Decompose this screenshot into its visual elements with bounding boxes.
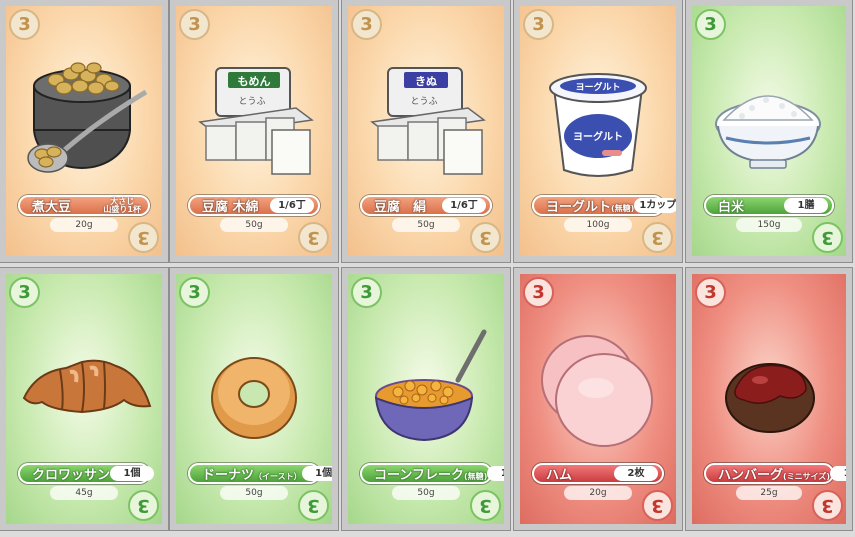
boiled-soybeans-icon xyxy=(27,62,148,173)
card-label: コーンフレーク(無糖) 1食 xyxy=(360,463,504,484)
card-name: ドーナツ xyxy=(202,468,255,483)
card-weight: 25g xyxy=(736,486,802,500)
card-name: 煮大豆 xyxy=(32,200,72,215)
card-grid: 3 煮大豆 大さじ 山盛り1杯 20g 3 3 もめん とうふ 豆腐 木綿 1/… xyxy=(0,0,855,537)
card-number: 3 xyxy=(351,277,382,308)
card-number: 3 xyxy=(695,9,726,40)
yogurt-cup-label: ヨーグルト xyxy=(573,130,623,143)
card-tofu-momen[interactable]: 3 もめん とうふ 豆腐 木綿 1/6丁 50g 3 xyxy=(169,0,339,263)
card-cornflakes[interactable]: 3 コーンフレーク(無糖) 1食 50g 3 xyxy=(341,267,511,531)
card-quantity: 1/6丁 xyxy=(442,198,486,213)
card-quantity: 1カップ xyxy=(634,198,676,213)
card-name: 白米 xyxy=(718,200,745,215)
yogurt-lid-label: ヨーグルト xyxy=(575,81,620,93)
card-weight: 50g xyxy=(220,486,288,500)
card-name-note: (ミニサイズ) xyxy=(783,472,831,481)
card-croissant[interactable]: 3 クロワッサン 1個 45g 3 xyxy=(0,267,169,531)
card-weight: 20g xyxy=(50,218,118,232)
card-number: 3 xyxy=(9,277,40,308)
card-label: 豆腐 木綿 1/6丁 xyxy=(188,195,320,216)
card-donut[interactable]: 3 ドーナツ（イースト） 1個 50g 3 xyxy=(169,267,339,531)
card-quantity: 1食 xyxy=(487,466,504,481)
ham-icon xyxy=(541,335,653,447)
croissant-icon xyxy=(22,359,152,414)
card-yogurt[interactable]: 3 ヨーグルト ヨーグルト ヨーグルト(無糖) 1カップ 100g 3 xyxy=(513,0,683,263)
card-name-note: （イースト） xyxy=(254,472,302,481)
hamburg-steak-icon xyxy=(725,363,815,433)
card-number-bottom: 3 xyxy=(642,222,673,253)
tofu-pack-label: きぬ xyxy=(415,75,437,88)
tofu-momen-icon: もめん とうふ xyxy=(198,67,314,175)
card-label: 煮大豆 大さじ 山盛り1杯 xyxy=(18,195,150,216)
card-name: クロワッサン xyxy=(32,468,111,483)
card-label: ハム 2枚 xyxy=(532,463,664,484)
card-label: クロワッサン 1個 xyxy=(18,463,155,484)
card-quantity: 1膳 xyxy=(784,198,828,213)
card-number-bottom: 3 xyxy=(298,490,329,521)
card-name: ヨーグルト xyxy=(546,200,612,215)
card-weight: 150g xyxy=(736,218,802,232)
card-number-bottom: 3 xyxy=(298,222,329,253)
card-number-bottom: 3 xyxy=(128,490,159,521)
card-weight: 50g xyxy=(392,218,460,232)
card-number-bottom: 3 xyxy=(642,490,673,521)
card-name-wrap: ドーナツ（イースト） xyxy=(202,464,302,483)
tofu-pack-sublabel: とうふ xyxy=(410,96,437,107)
donut-icon xyxy=(211,357,297,439)
cornflakes-icon xyxy=(374,329,487,442)
card-weight: 50g xyxy=(220,218,288,232)
card-hamburg-steak[interactable]: 3 ハンバーグ(ミニサイズ) 1個 25g 3 xyxy=(685,267,853,531)
tofu-kinu-icon: きぬ とうふ xyxy=(370,67,486,175)
card-number-bottom: 3 xyxy=(812,222,843,253)
card-name-note: (無糖) xyxy=(611,204,635,213)
card-name: ハム xyxy=(546,468,573,483)
card-number: 3 xyxy=(179,9,210,40)
card-boiled-soybeans[interactable]: 3 煮大豆 大さじ 山盛り1杯 20g 3 xyxy=(0,0,169,263)
card-quantity: 2枚 xyxy=(614,466,658,481)
card-quantity: 1個 xyxy=(830,466,846,481)
card-weight: 20g xyxy=(564,486,632,500)
card-name: 豆腐 木綿 xyxy=(202,200,259,215)
card-tofu-kinu[interactable]: 3 きぬ とうふ 豆腐 絹 1/6丁 50g 3 xyxy=(341,0,511,263)
card-label: ハンバーグ(ミニサイズ) 1個 xyxy=(704,463,846,484)
card-quantity: 1個 xyxy=(301,466,332,481)
card-number-bottom: 3 xyxy=(470,490,501,521)
card-label: 豆腐 絹 1/6丁 xyxy=(360,195,492,216)
card-weight: 50g xyxy=(392,486,460,500)
rice-bowl-icon xyxy=(715,95,821,169)
card-name-wrap: ヨーグルト(無糖) xyxy=(546,196,634,215)
card-quantity-line2: 山盛り1杯 xyxy=(103,204,141,214)
card-name: 豆腐 絹 xyxy=(374,200,427,215)
card-quantity: 大さじ 山盛り1杯 xyxy=(100,197,144,214)
card-number: 3 xyxy=(523,9,554,40)
yogurt-icon: ヨーグルト ヨーグルト xyxy=(549,73,647,177)
card-number-bottom: 3 xyxy=(128,222,159,253)
card-ham[interactable]: 3 ハム 2枚 20g 3 xyxy=(513,267,683,531)
card-white-rice[interactable]: 3 白米 1膳 150g 3 xyxy=(685,0,853,263)
card-label: 白米 1膳 xyxy=(704,195,834,216)
tofu-pack-sublabel: とうふ xyxy=(238,96,265,107)
card-number: 3 xyxy=(695,277,726,308)
card-number: 3 xyxy=(351,9,382,40)
card-quantity: 1個 xyxy=(110,466,155,481)
card-number-bottom: 3 xyxy=(812,490,843,521)
card-quantity: 1/6丁 xyxy=(270,198,314,213)
card-weight: 45g xyxy=(50,486,118,500)
card-name-wrap: ハンバーグ(ミニサイズ) xyxy=(718,464,830,483)
card-weight: 100g xyxy=(564,218,632,232)
card-name: ハンバーグ xyxy=(718,468,784,483)
card-name: コーンフレーク xyxy=(374,468,464,483)
card-label: ドーナツ（イースト） 1個 xyxy=(188,463,332,484)
card-number: 3 xyxy=(179,277,210,308)
card-name-note: (無糖) xyxy=(463,472,488,481)
tofu-pack-label: もめん xyxy=(238,75,271,88)
card-number: 3 xyxy=(523,277,554,308)
card-name-wrap: コーンフレーク(無糖) xyxy=(374,464,487,483)
card-label: ヨーグルト(無糖) 1カップ xyxy=(532,195,676,216)
card-number-bottom: 3 xyxy=(470,222,501,253)
card-number: 3 xyxy=(9,9,40,40)
